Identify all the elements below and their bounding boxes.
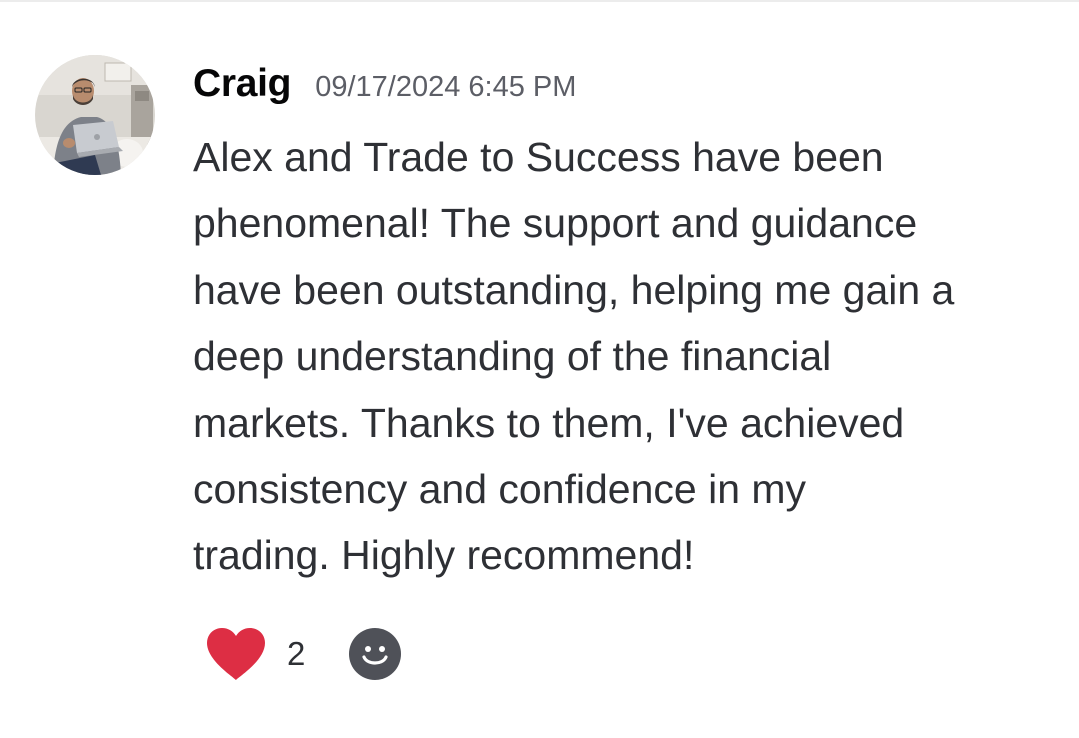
message-header: Craig 09/17/2024 6:45 PM [193,62,576,106]
reaction-bar: 2 [205,622,402,686]
reaction-heart[interactable]: 2 [205,626,305,682]
smiley-face-icon [362,646,388,665]
chat-message: Craig 09/17/2024 6:45 PM Alex and Trade t… [0,0,1079,738]
message-timestamp: 09/17/2024 6:45 PM [315,71,577,103]
author-avatar[interactable] [35,55,155,175]
reaction-count: 2 [287,635,306,672]
author-name[interactable]: Craig [193,62,292,105]
avatar-photo-icon [35,55,155,175]
add-reaction-button[interactable] [349,628,402,680]
message-content: Alex and Trade to Success have been phen… [193,134,955,579]
heart-icon [207,628,265,680]
